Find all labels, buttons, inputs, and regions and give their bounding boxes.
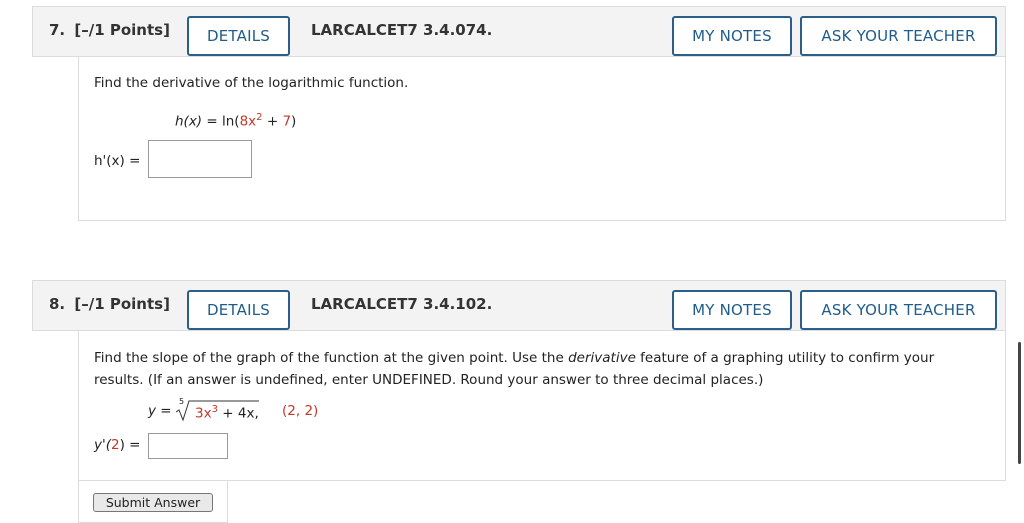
function-coefficient: 8x xyxy=(239,113,257,130)
ask-your-teacher-button[interactable]: ASK YOUR TEACHER xyxy=(800,16,997,56)
answer-input[interactable] xyxy=(148,140,252,178)
question-prompt-line-1: Find the slope of the graph of the funct… xyxy=(94,350,934,366)
function-lhs: y = xyxy=(148,403,172,419)
answer-label: h'(x) = xyxy=(94,153,141,169)
points-label: [–/1 Points] xyxy=(74,295,170,313)
answer-input[interactable] xyxy=(148,433,228,459)
function-lhs: h(x) xyxy=(175,113,203,130)
submit-answer-button[interactable]: Submit Answer xyxy=(93,493,213,512)
question-7-number: 7. [–/1 Points] xyxy=(49,21,170,39)
given-point: (2, 2) xyxy=(282,403,319,419)
radicand: 3x3 + 4x, xyxy=(195,404,259,422)
scrollbar[interactable] xyxy=(1018,342,1021,464)
function-expression: h(x) = ln(8x2 + 7) xyxy=(175,112,296,130)
answer-label-arg: 2 xyxy=(110,437,120,453)
function-lhs-text: y = xyxy=(148,403,172,419)
answer-label-prefix: y'( xyxy=(94,437,111,453)
details-button[interactable]: DETAILS xyxy=(187,16,290,56)
question-number: 8. xyxy=(49,295,66,313)
prompt-text: feature of a graphing utility to confirm… xyxy=(635,350,935,366)
question-number: 7. xyxy=(49,21,66,39)
question-prompt-line-2: results. (If an answer is undefined, ent… xyxy=(94,372,764,388)
points-label: [–/1 Points] xyxy=(74,21,170,39)
radicand-plus: + 4x xyxy=(217,405,255,422)
function-plus: + xyxy=(262,113,283,130)
question-code: LARCALCET7 3.4.102. xyxy=(311,295,493,313)
answer-label: y'(2) = xyxy=(94,437,140,453)
prompt-text: Find the slope of the graph of the funct… xyxy=(94,350,569,366)
question-8-number: 8. [–/1 Points] xyxy=(49,295,170,313)
prompt-emphasis: derivative xyxy=(568,350,636,366)
function-eq: = ln( xyxy=(202,113,240,130)
radicand-term: 3x xyxy=(195,405,212,422)
question-7-header: 7. [–/1 Points] DETAILS LARCALCET7 3.4.0… xyxy=(32,6,1006,57)
answer-label-suffix: ) = xyxy=(119,437,141,453)
question-prompt: Find the derivative of the logarithmic f… xyxy=(94,75,409,91)
details-button[interactable]: DETAILS xyxy=(187,290,290,330)
question-8-header: 8. [–/1 Points] DETAILS LARCALCET7 3.4.1… xyxy=(32,280,1006,331)
function-constant: 7 xyxy=(282,113,292,130)
ask-your-teacher-button[interactable]: ASK YOUR TEACHER xyxy=(800,290,997,330)
my-notes-button[interactable]: MY NOTES xyxy=(672,16,792,56)
radicand-comma: , xyxy=(254,405,259,422)
my-notes-button[interactable]: MY NOTES xyxy=(672,290,792,330)
function-close: ) xyxy=(291,113,297,130)
question-code: LARCALCET7 3.4.074. xyxy=(311,21,493,39)
